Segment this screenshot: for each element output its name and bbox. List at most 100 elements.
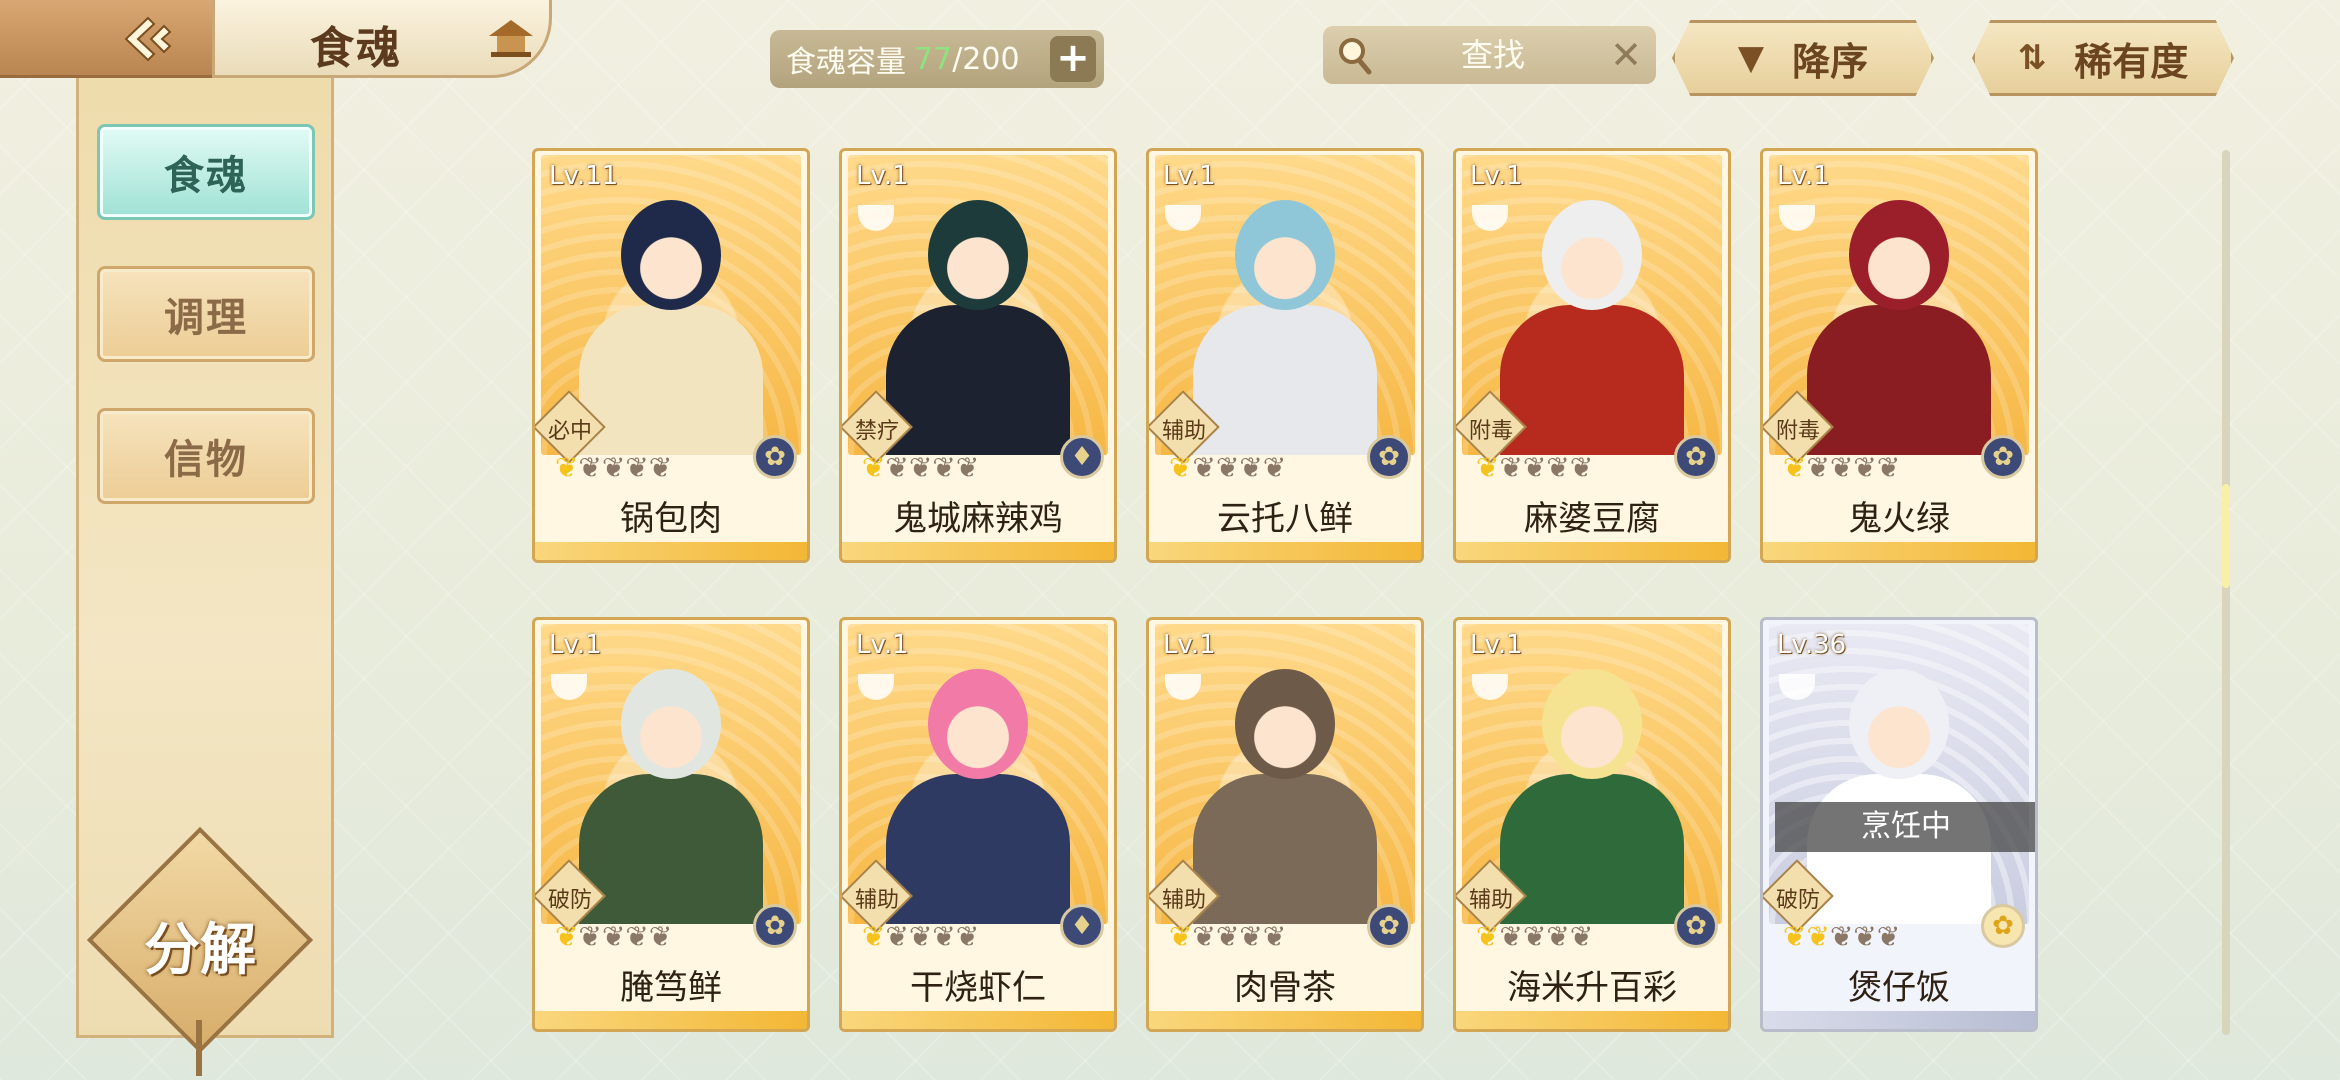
food-soul-name: 腌笃鲜 (620, 968, 722, 1008)
role-label: 禁疗 (854, 419, 899, 444)
character-head (1849, 200, 1949, 310)
scrollbar-thumb[interactable] (2222, 484, 2230, 588)
add-capacity-button[interactable]: + (1050, 36, 1096, 82)
cooking-status: 烹饪中 (1775, 802, 2035, 852)
star-icon: ❦ (862, 451, 886, 484)
star-rating: ❦ ❦ ❦ ❦ ❦ (1783, 920, 1900, 953)
star-icon: ❦ (1783, 920, 1807, 953)
decompose-label[interactable]: 分解 (120, 905, 280, 986)
star-icon: ❦ (625, 920, 649, 953)
star-icon: ❦ (648, 451, 673, 484)
food-soul-name: 干烧虾仁 (910, 968, 1046, 1008)
character-outfit (886, 774, 1070, 924)
bowl-icon (1779, 674, 1815, 700)
scrollbar-track[interactable] (2222, 150, 2230, 1035)
star-icon: ❦ (1522, 451, 1547, 484)
capacity-current: 77 (914, 41, 953, 77)
character-portrait: Lv.1 辅助 (1149, 155, 1415, 464)
sort-order-button[interactable]: ▼ 降序 (1672, 20, 1934, 96)
star-icon: ❦ (1215, 451, 1240, 484)
food-soul-name: 海米升百彩 (1507, 968, 1677, 1008)
character-portrait: Lv.1 辅助 (1456, 624, 1722, 933)
pavilion-icon[interactable] (485, 16, 537, 60)
sidebar-item-food-soul[interactable]: 食魂 (97, 124, 315, 220)
level-label: Lv.1 (1470, 161, 1523, 191)
character-head (1235, 669, 1335, 779)
character-outfit (1807, 305, 1991, 455)
star-rating: ❦ ❦ ❦ ❦ ❦ (1476, 920, 1593, 953)
level-label: Lv.1 (856, 161, 909, 191)
food-soul-card[interactable]: Lv.1 附毒 ❦ ❦ ❦ ❦ ❦ ✿ 麻婆豆腐 (1453, 148, 1731, 563)
character-head (621, 200, 721, 310)
star-icon: ❦ (1569, 451, 1594, 484)
sort-rarity-label: 稀有度 (2074, 39, 2189, 84)
search-box[interactable]: ✕ (1323, 26, 1656, 84)
star-icon: ❦ (555, 920, 579, 953)
search-icon (1339, 38, 1372, 75)
food-soul-card[interactable]: Lv.1 辅助 ❦ ❦ ❦ ❦ ❦ ✿ 海米升百彩 (1453, 617, 1731, 1032)
bowl-icon (1779, 205, 1815, 231)
role-label: 辅助 (1161, 419, 1206, 444)
food-soul-card[interactable]: Lv.1 禁疗 ❦ ❦ ❦ ❦ ❦ ♦ 鬼城麻辣鸡 (839, 148, 1117, 563)
star-icon: ❦ (1546, 920, 1570, 953)
star-icon: ❦ (1546, 451, 1570, 484)
star-rating: ❦ ❦ ❦ ❦ ❦ (862, 920, 979, 953)
character-outfit (1500, 305, 1684, 455)
star-icon: ❦ (1262, 920, 1287, 953)
role-label: 辅助 (854, 888, 899, 913)
character-outfit (886, 305, 1070, 455)
role-label: 辅助 (1468, 888, 1513, 913)
level-label: Lv.1 (549, 630, 602, 660)
food-soul-name: 鬼城麻辣鸡 (893, 499, 1063, 539)
star-icon: ❦ (908, 920, 933, 953)
food-soul-card[interactable]: Lv.1 辅助 ❦ ❦ ❦ ❦ ❦ ✿ 肉骨茶 (1146, 617, 1424, 1032)
star-icon: ❦ (862, 920, 886, 953)
food-soul-card[interactable]: Lv.1 辅助 ❦ ❦ ❦ ❦ ❦ ♦ 干烧虾仁 (839, 617, 1117, 1032)
food-soul-card[interactable]: Lv.36 破防 烹饪中 ❦ ❦ ❦ ❦ ❦ ✿ 煲仔饭 (1760, 617, 2038, 1032)
clear-icon[interactable]: ✕ (1610, 36, 1642, 74)
sort-order-label: 降序 (1792, 39, 1869, 84)
star-icon: ❦ (1239, 920, 1263, 953)
card-stripe (1456, 542, 1728, 560)
sort-rarity-button[interactable]: ⇅ 稀有度 (1972, 20, 2234, 96)
star-rating: ❦ ❦ ❦ ❦ ❦ (1169, 451, 1287, 484)
star-icon: ❦ (1829, 451, 1854, 484)
star-icon: ❦ (648, 920, 673, 953)
star-icon: ❦ (578, 451, 602, 484)
card-stripe (1763, 542, 2035, 560)
star-icon: ❦ (1262, 451, 1287, 484)
blue-flower-icon: ✿ (1981, 435, 2025, 479)
star-icon: ❦ (1499, 451, 1523, 484)
star-icon: ❦ (1169, 451, 1193, 484)
bowl-icon (858, 674, 894, 700)
star-icon: ❦ (932, 920, 956, 953)
level-label: Lv.1 (1470, 630, 1523, 660)
search-input[interactable] (1403, 32, 1583, 78)
level-label: Lv.36 (1777, 630, 1847, 660)
character-portrait: Lv.1 禁疗 (842, 155, 1108, 464)
food-soul-card[interactable]: Lv.1 破防 ❦ ❦ ❦ ❦ ❦ ✿ 腌笃鲜 (532, 617, 810, 1032)
star-icon: ❦ (1192, 920, 1216, 953)
character-outfit (1193, 774, 1377, 924)
character-head (621, 669, 721, 779)
food-soul-name: 云托八鲜 (1217, 499, 1353, 539)
page-title: 食魂 (310, 23, 402, 74)
level-label: Lv.11 (549, 161, 619, 191)
sidebar-item-token[interactable]: 信物 (97, 408, 315, 504)
character-head (928, 200, 1028, 310)
star-icon: ❦ (1806, 451, 1830, 484)
star-rating: ❦ ❦ ❦ ❦ ❦ (555, 920, 673, 953)
card-stripe (535, 1011, 807, 1029)
character-outfit (579, 774, 763, 924)
character-portrait: Lv.1 破防 (535, 624, 801, 933)
blue-flower-icon: ✿ (753, 904, 797, 948)
character-portrait: Lv.1 附毒 (1456, 155, 1722, 464)
food-soul-card[interactable]: Lv.1 附毒 ❦ ❦ ❦ ❦ ❦ ✿ 鬼火绿 (1760, 148, 2038, 563)
food-soul-card[interactable]: Lv.11 必中 ❦ ❦ ❦ ❦ ❦ ✿ 锅包肉 (532, 148, 810, 563)
back-button[interactable] (0, 0, 220, 78)
star-rating: ❦ ❦ ❦ ❦ ❦ (1476, 451, 1594, 484)
food-soul-card[interactable]: Lv.1 辅助 ❦ ❦ ❦ ❦ ❦ ✿ 云托八鲜 (1146, 148, 1424, 563)
gold-flower-icon: ✿ (1981, 904, 2025, 948)
sidebar-item-cultivate[interactable]: 调理 (97, 266, 315, 362)
triangle-down-icon: ▼ (1737, 38, 1765, 78)
